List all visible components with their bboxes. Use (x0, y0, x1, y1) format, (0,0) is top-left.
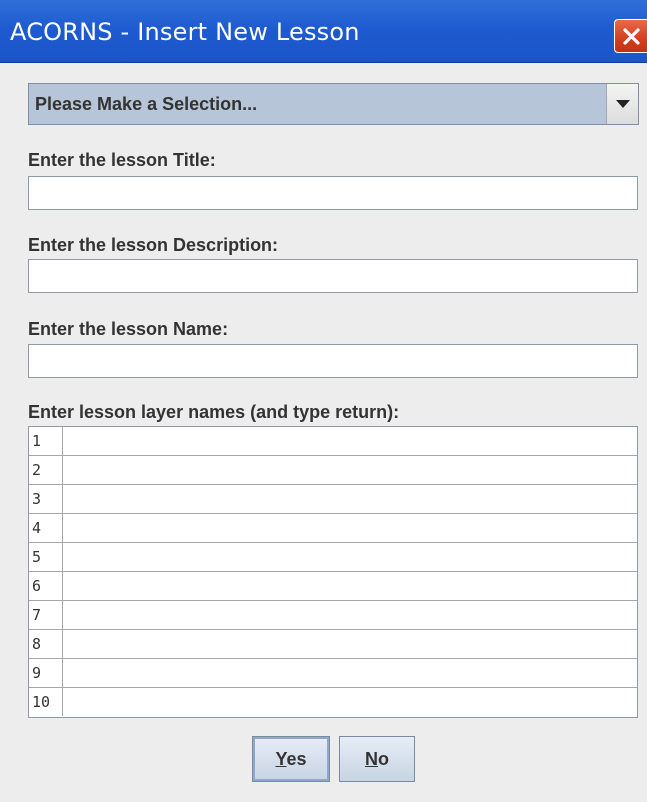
table-row: 5 (29, 543, 637, 572)
table-row: 3 (29, 485, 637, 514)
insert-lesson-dialog: ACORNS - Insert New Lesson Please Make a… (0, 0, 647, 802)
chevron-down-icon (616, 100, 630, 108)
table-row: 1 (29, 427, 637, 456)
title-bar[interactable]: ACORNS - Insert New Lesson (0, 0, 647, 63)
row-number: 6 (29, 572, 63, 600)
lesson-name-input[interactable] (28, 344, 638, 378)
table-row: 9 (29, 659, 637, 688)
row-number: 7 (29, 601, 63, 629)
yes-button[interactable]: Yes (252, 736, 330, 782)
no-button[interactable]: No (339, 736, 415, 782)
table-row: 8 (29, 630, 637, 659)
window-title: ACORNS - Insert New Lesson (10, 18, 360, 46)
table-row: 10 (29, 688, 637, 717)
yes-label-rest: es (286, 749, 307, 769)
no-label-rest: o (378, 749, 389, 769)
layer-name-cell[interactable] (63, 601, 637, 629)
layer-name-cell[interactable] (63, 456, 637, 484)
layer-names-table: 1 2 3 4 5 6 7 8 9 10 (28, 426, 638, 718)
row-number: 2 (29, 456, 63, 484)
yes-mnemonic: Y (275, 749, 287, 769)
lesson-title-label: Enter the lesson Title: (28, 150, 216, 170)
layer-name-cell[interactable] (63, 572, 637, 600)
row-number: 1 (29, 427, 63, 455)
no-mnemonic: N (365, 749, 378, 769)
row-number: 3 (29, 485, 63, 513)
lesson-description-label: Enter the lesson Description: (28, 235, 279, 255)
layer-name-cell[interactable] (63, 514, 637, 542)
lesson-type-dropdown[interactable]: Please Make a Selection... (28, 83, 639, 125)
table-row: 4 (29, 514, 637, 543)
row-number: 8 (29, 630, 63, 658)
table-row: 6 (29, 572, 637, 601)
lesson-name-label: Enter the lesson Name: (28, 319, 229, 339)
layer-name-cell[interactable] (63, 543, 637, 571)
close-button[interactable] (614, 19, 647, 53)
layer-name-cell[interactable] (63, 630, 637, 658)
row-number: 4 (29, 514, 63, 542)
layer-names-label: Enter lesson layer names (and type retur… (28, 402, 400, 422)
layer-name-cell[interactable] (63, 485, 637, 513)
close-icon (623, 28, 640, 45)
dropdown-selected-value: Please Make a Selection... (35, 94, 258, 114)
row-number: 5 (29, 543, 63, 571)
layer-name-cell[interactable] (63, 688, 637, 716)
table-row: 7 (29, 601, 637, 630)
row-number: 10 (29, 688, 63, 716)
dropdown-arrow-button[interactable] (606, 84, 638, 124)
layer-name-cell[interactable] (63, 659, 637, 687)
lesson-description-input[interactable] (28, 259, 638, 293)
table-row: 2 (29, 456, 637, 485)
layer-name-cell[interactable] (63, 427, 637, 455)
row-number: 9 (29, 659, 63, 687)
lesson-title-input[interactable] (28, 176, 638, 210)
